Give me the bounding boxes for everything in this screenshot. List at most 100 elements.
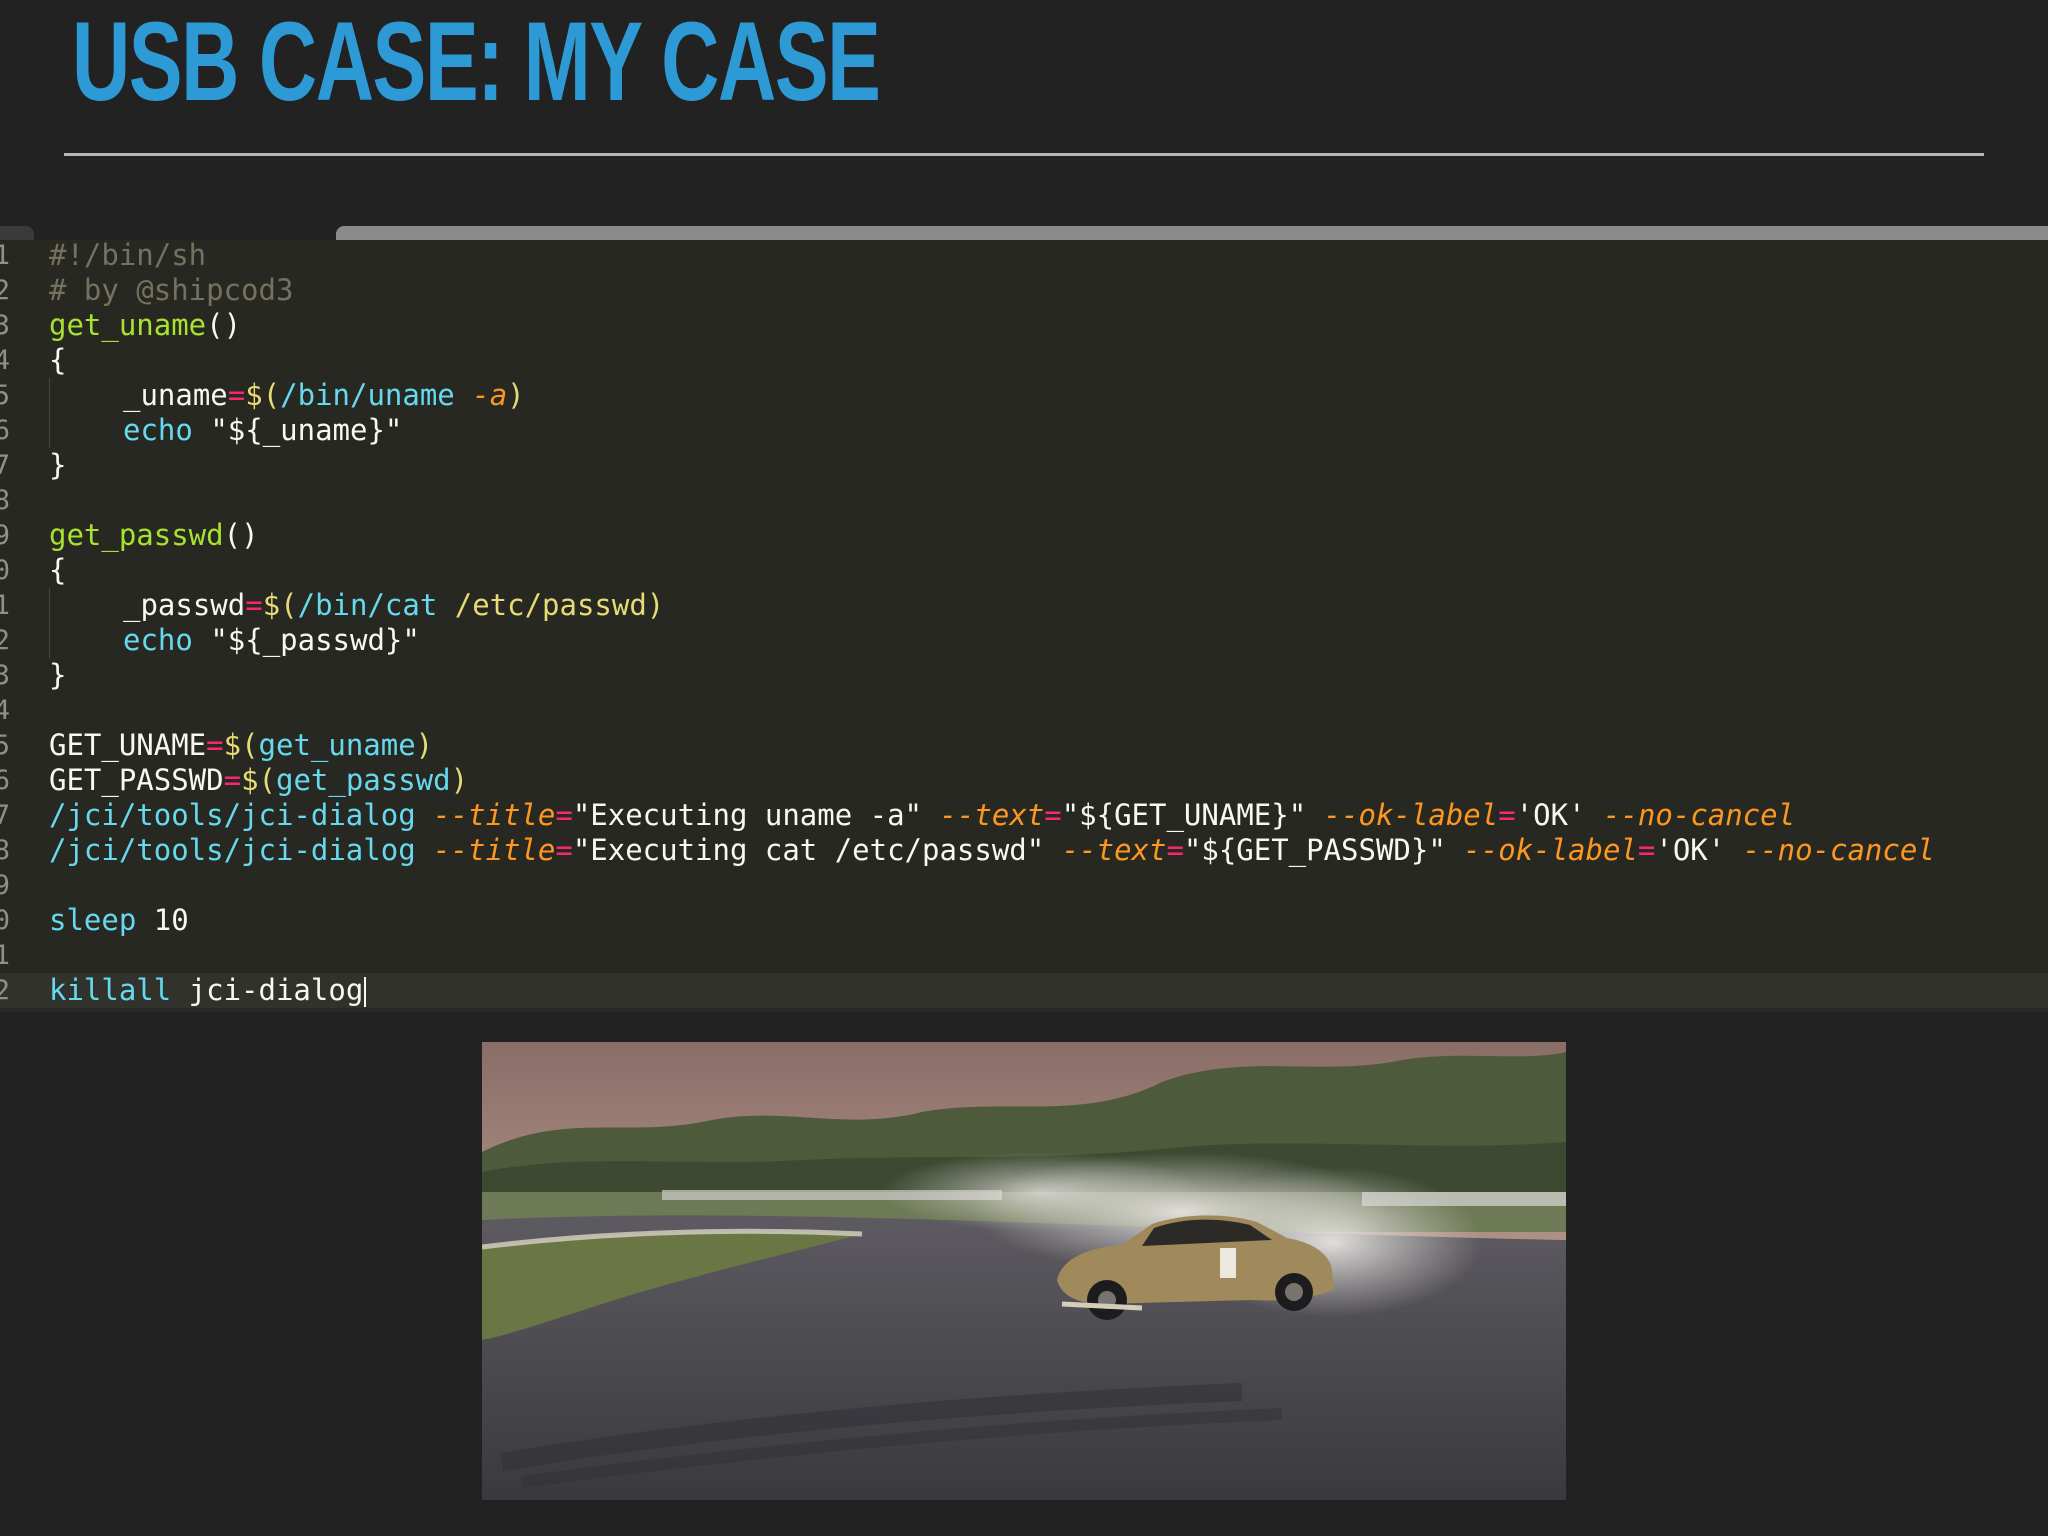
line-number: 8: [0, 835, 10, 866]
code-token-operator: =: [1498, 798, 1516, 832]
line-number: 2: [0, 275, 10, 306]
code-token-operator: =: [1166, 833, 1184, 867]
code-line: 0 sleep 10: [0, 903, 2048, 938]
code-editor[interactable]: 1 #!/bin/sh 2 # by @shipcod3 3 get_uname…: [0, 222, 2048, 1012]
code-line: 1 _passwd=$(/bin/cat /etc/passwd): [0, 588, 2048, 623]
line-number: 5: [0, 730, 10, 761]
code-token-operator: =: [1044, 798, 1062, 832]
code-token-comment: # by @shipcod3: [49, 273, 294, 307]
code-token-command: get_uname: [258, 728, 416, 762]
code-token-variable: _uname: [123, 378, 228, 412]
line-number: 9: [0, 520, 10, 551]
line-number: 5: [0, 380, 10, 411]
indent-guide: [49, 623, 123, 658]
code-token-brace: }: [49, 448, 67, 482]
code-token-string: 'OK': [1515, 798, 1586, 832]
line-number: 2: [0, 975, 10, 1006]
code-line: 7 /jci/tools/jci-dialog --title="Executi…: [0, 798, 2048, 833]
code-line: 5 GET_UNAME=$(get_uname): [0, 728, 2048, 763]
code-token-brace: {: [49, 343, 67, 377]
code-line-active: 2 killall jci-dialog: [0, 973, 2048, 1008]
code-line: 6 echo "${_uname}": [0, 413, 2048, 448]
code-token-variable: _passwd: [123, 588, 246, 622]
code-line: 2 echo "${_passwd}": [0, 623, 2048, 658]
line-number: 1: [0, 940, 10, 971]
code-token-flag: --no-cancel: [1742, 833, 1935, 867]
code-token-command: /bin/uname: [280, 378, 455, 412]
code-token-flag: --text: [939, 798, 1045, 832]
line-number: 7: [0, 800, 10, 831]
code-token-argument: jci-dialog: [171, 973, 364, 1007]
text-cursor: [364, 977, 367, 1007]
code-token-operator: =: [206, 728, 224, 762]
code-token-flag: -a: [472, 378, 508, 412]
code-token-string: "Executing uname -a": [572, 798, 923, 832]
indent-guide: [49, 588, 123, 623]
code-token-string: 'OK': [1655, 833, 1726, 867]
code-token-argument: /etc/passwd): [437, 588, 665, 622]
code-line: 9: [0, 868, 2048, 903]
code-token-punctuation: (): [206, 308, 242, 342]
code-token-command: /jci/tools/jci-dialog: [49, 798, 416, 832]
slide-title: USB CASE: MY CASE: [72, 0, 881, 124]
code-line: 8 /jci/tools/jci-dialog --title="Executi…: [0, 833, 2048, 868]
title-divider: [64, 153, 1984, 156]
code-token-flag: --no-cancel: [1603, 798, 1796, 832]
code-token-string: "${_uname}": [210, 413, 403, 447]
code-token-string: "${_passwd}": [210, 623, 420, 657]
code-token-brace: }: [49, 658, 67, 692]
code-line: 1: [0, 938, 2048, 973]
code-token-command: echo: [123, 623, 193, 657]
code-line: 0 {: [0, 553, 2048, 588]
drift-car-illustration: [482, 1042, 1566, 1500]
code-token-subshell: ): [415, 728, 434, 762]
code-token-subshell: $(: [241, 763, 276, 797]
line-number: 6: [0, 765, 10, 796]
code-token-punctuation: (): [223, 518, 259, 552]
line-number: 2: [0, 625, 10, 656]
line-number: 9: [0, 870, 10, 901]
code-token-command: /jci/tools/jci-dialog: [49, 833, 416, 867]
code-token-function: get_passwd: [49, 518, 224, 552]
code-token-operator: =: [245, 588, 263, 622]
code-token-subshell: $(: [223, 728, 259, 762]
line-number: 0: [0, 555, 10, 586]
code-token-command: sleep: [49, 903, 137, 937]
code-token-string: "${GET_PASSWD}": [1183, 833, 1446, 867]
indent-guide: [49, 378, 123, 413]
code-token-operator: =: [555, 833, 573, 867]
line-number: 4: [0, 695, 10, 726]
line-number: 8: [0, 485, 10, 516]
code-token-operator: =: [555, 798, 573, 832]
code-token-variable: GET_UNAME: [49, 728, 207, 762]
code-token-subshell: $(: [245, 378, 281, 412]
line-number: 0: [0, 905, 10, 936]
code-line: 6 GET_PASSWD=$(get_passwd): [0, 763, 2048, 798]
code-line: 7 }: [0, 448, 2048, 483]
line-number: 6: [0, 415, 10, 446]
code-lines: 1 #!/bin/sh 2 # by @shipcod3 3 get_uname…: [0, 238, 2048, 1008]
code-token-command: killall: [49, 973, 172, 1007]
code-token-command: echo: [123, 413, 193, 447]
line-number: 4: [0, 345, 10, 376]
code-token-subshell: ): [450, 763, 469, 797]
tire-smoke: [882, 1152, 1202, 1232]
code-token-operator: =: [1637, 833, 1656, 867]
code-token-function: get_uname: [49, 308, 207, 342]
code-token-number: 10: [153, 903, 189, 937]
line-number: 1: [0, 240, 10, 271]
line-number: 3: [0, 310, 10, 341]
code-line: 5 _uname=$(/bin/uname -a): [0, 378, 2048, 413]
indent-guide: [49, 413, 123, 448]
line-number: 7: [0, 450, 10, 481]
